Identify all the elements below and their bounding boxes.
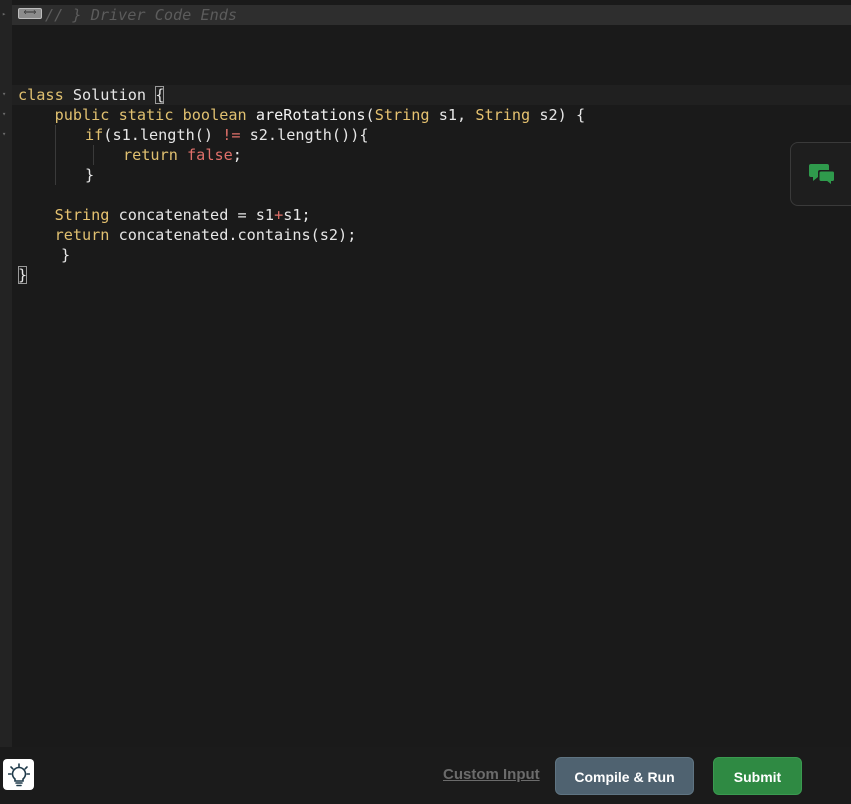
punctuation: ; — [232, 146, 242, 164]
comment-text: // } Driver Code Ends — [45, 6, 238, 24]
type-name: String — [54, 206, 110, 224]
custom-input-link[interactable]: Custom Input — [443, 766, 540, 783]
type-name: String — [374, 106, 430, 124]
boolean-literal: false — [187, 146, 233, 164]
code-line-folded: ⟺// } Driver Code Ends — [18, 5, 237, 25]
code-line: } — [61, 245, 70, 265]
method-name: areRotations — [255, 106, 366, 124]
fold-collapse-icon[interactable]: ▾ — [2, 91, 6, 98]
editor-footer: Custom Input Compile & Run Submit — [0, 747, 851, 804]
class-name: Solution — [72, 86, 147, 104]
code-line: } — [18, 265, 28, 285]
keyword: if — [85, 126, 104, 144]
param: s2) — [539, 106, 567, 124]
editor-gutter: ▸ ▾ ▾ ▾ — [0, 0, 12, 747]
expression: (s1.length() — [103, 126, 214, 144]
matched-brace: } — [18, 266, 28, 284]
expression: s2.length()){ — [249, 126, 369, 144]
code-line: String concatenated = s1+s1; — [18, 205, 311, 225]
code-line: if(s1.length() != s2.length()){ — [85, 125, 369, 145]
submit-button[interactable]: Submit — [713, 757, 802, 795]
punctuation: } — [85, 166, 95, 184]
punctuation: ( — [365, 106, 375, 124]
punctuation: } — [61, 246, 71, 264]
expression: s1; — [283, 206, 311, 224]
keyword: static — [118, 106, 174, 124]
operator: + — [274, 206, 284, 224]
indent-guide — [93, 145, 94, 165]
fold-collapse-icon[interactable]: ▾ — [2, 131, 6, 138]
indent-guide — [55, 125, 56, 185]
type-name: String — [475, 106, 531, 124]
punctuation: { — [575, 106, 586, 124]
keyword: public — [54, 106, 110, 124]
code-editor-page: ▸ ▾ ▾ ▾ ⟺// } Driver Code Ends class Sol… — [0, 0, 851, 804]
code-editor[interactable]: ⟺// } Driver Code Ends class Solution { … — [12, 0, 851, 747]
expression: s1 — [255, 206, 275, 224]
matched-brace: { — [155, 86, 165, 104]
hint-button[interactable] — [3, 759, 34, 790]
keyword: boolean — [182, 106, 247, 124]
fold-collapse-icon[interactable]: ▾ — [2, 111, 6, 118]
chat-panel-toggle[interactable] — [790, 142, 851, 206]
code-line: } — [85, 165, 94, 185]
lightbulb-icon — [8, 763, 30, 787]
chat-bubbles-icon — [809, 164, 835, 186]
keyword: return — [123, 146, 178, 164]
fold-expand-icon[interactable]: ▸ — [2, 11, 6, 18]
code-line: public static boolean areRotations(Strin… — [18, 105, 586, 125]
fold-placeholder-icon[interactable]: ⟺ — [18, 8, 42, 19]
keyword: return — [54, 226, 110, 244]
expression: concatenated.contains(s2); — [118, 226, 357, 244]
keyword: class — [18, 86, 64, 104]
compile-run-button[interactable]: Compile & Run — [555, 757, 694, 795]
code-line: return false; — [123, 145, 242, 165]
code-line: class Solution { — [18, 85, 165, 105]
expression: concatenated = — [118, 206, 247, 224]
param: s1, — [438, 106, 467, 124]
code-line: return concatenated.contains(s2); — [18, 225, 357, 245]
operator: != — [222, 126, 241, 144]
